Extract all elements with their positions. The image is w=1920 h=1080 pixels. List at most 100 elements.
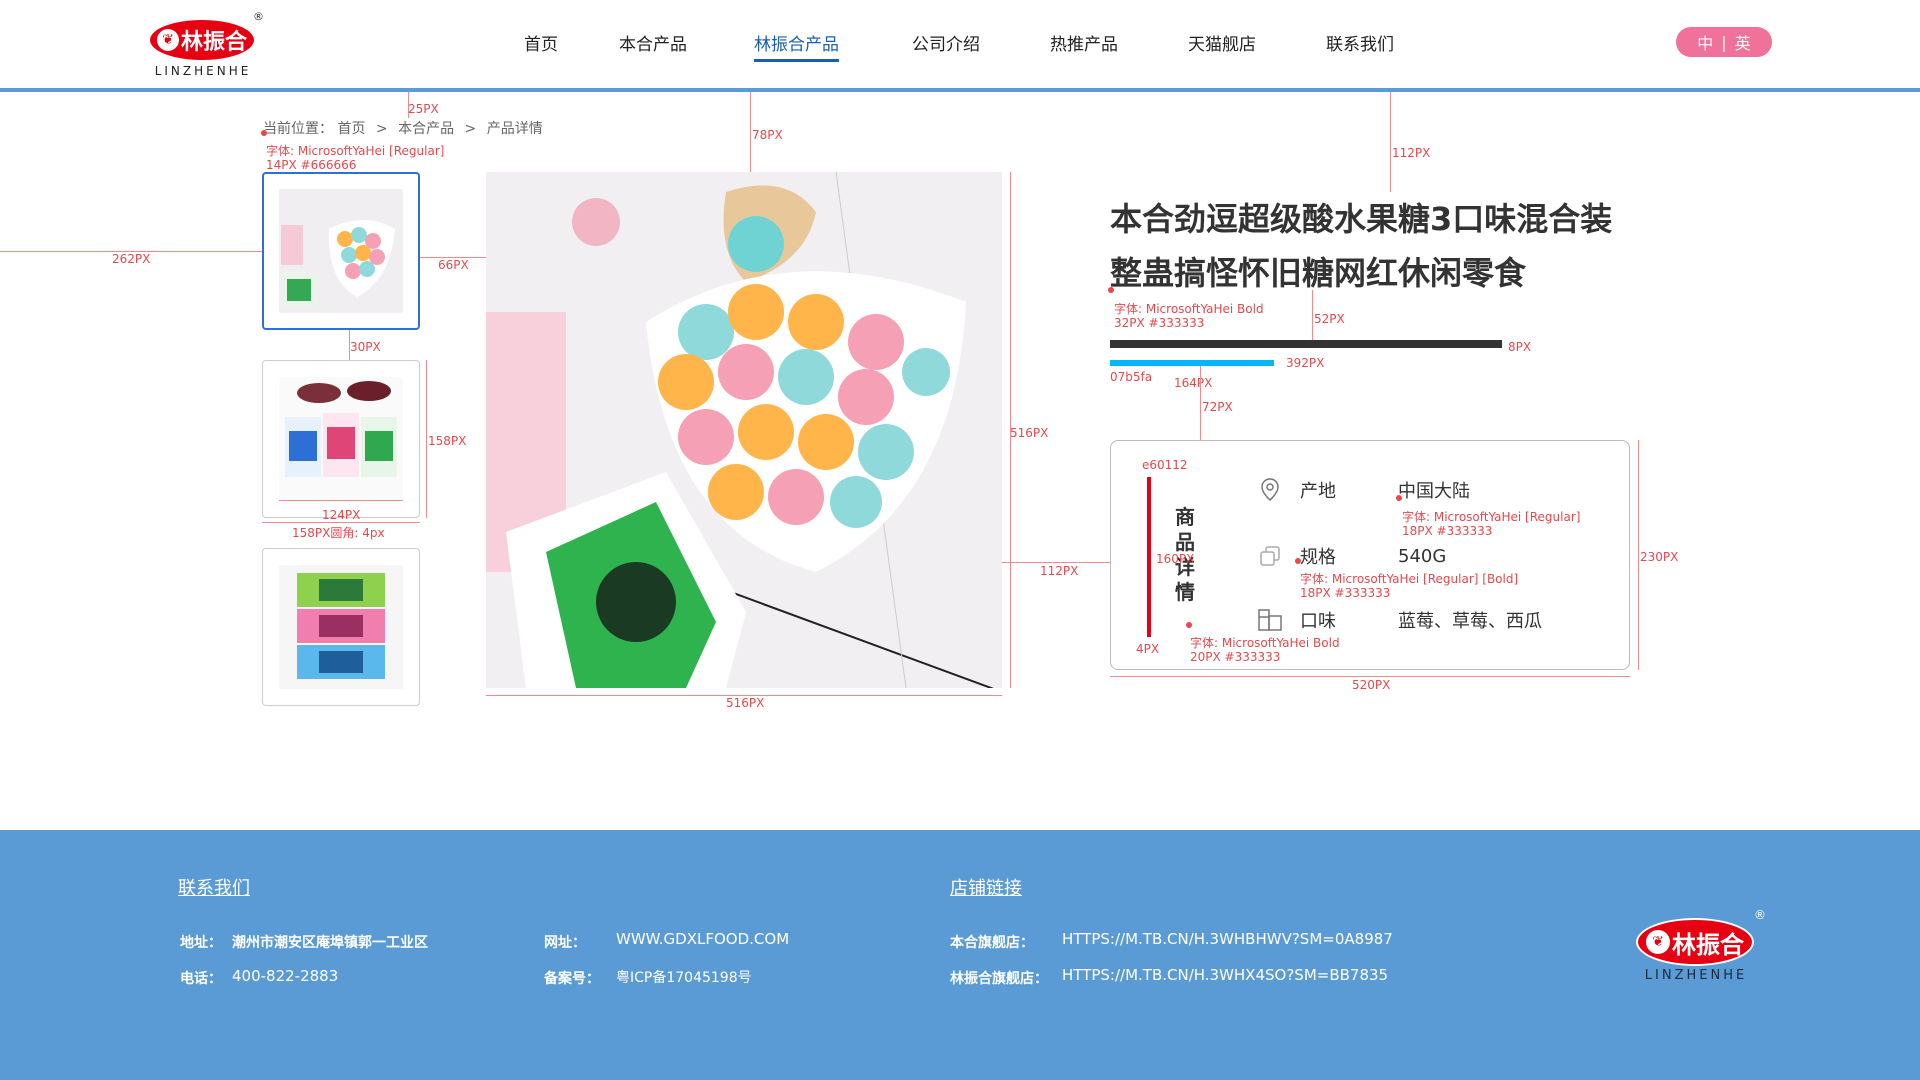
- spec-label: 112PX: [1392, 146, 1431, 160]
- breadcrumb-current: 产品详情: [486, 121, 543, 137]
- spec-line: [1200, 366, 1201, 440]
- spec-label: 392PX: [1286, 356, 1325, 370]
- footer-web-label: 网址：: [544, 935, 586, 951]
- spec-label: 230PX: [1640, 550, 1679, 564]
- footer-phone-label: 电话：: [180, 971, 222, 987]
- breadcrumb-benhe[interactable]: 本合产品: [398, 121, 454, 137]
- nav-item-hot-products[interactable]: 热推产品: [1050, 30, 1118, 55]
- registered-mark: ®: [253, 10, 264, 23]
- detail-value: 540G: [1398, 545, 1447, 567]
- spec-label: 07b5fa: [1110, 370, 1153, 384]
- footer-shop1-link[interactable]: HTTPS://M.TB.CN/H.3WHBHWV?SM=0A8987: [1062, 930, 1393, 948]
- thumbnail-2[interactable]: [262, 360, 420, 518]
- spec-label: 78PX: [752, 128, 783, 142]
- thumbnail-3[interactable]: [262, 548, 420, 706]
- footer-shop2-link[interactable]: HTTPS://M.TB.CN/H.3WHX4SO?SM=BB7835: [1062, 966, 1388, 984]
- spec-label: 18PX #333333: [1402, 524, 1493, 538]
- logo-en-text: LINZHENHE: [1644, 968, 1748, 983]
- title-underline-dark: [1110, 340, 1502, 348]
- lang-en[interactable]: 英: [1735, 30, 1751, 54]
- spec-dot: [1396, 495, 1402, 501]
- location-pin-icon: [1256, 476, 1284, 504]
- title-underline-accent: [1110, 360, 1274, 366]
- logo-en-text: LINZHENHE: [154, 64, 252, 78]
- spec-label: 4PX: [1136, 642, 1160, 656]
- spec-label: 72PX: [1202, 400, 1233, 414]
- spec-dot: [1295, 558, 1301, 564]
- nav-item-company[interactable]: 公司介绍: [912, 30, 980, 55]
- spec-label: 164PX: [1174, 376, 1213, 390]
- footer-shop1-label: 本合旗舰店：: [950, 935, 1034, 951]
- spec-label: 516PX: [726, 696, 765, 710]
- lang-separator: |: [1721, 32, 1727, 52]
- footer-shop2-label: 林振合旗舰店：: [950, 971, 1048, 987]
- spec-line: [1110, 676, 1630, 677]
- thumbnail-1[interactable]: [262, 172, 420, 330]
- detail-row-origin: 产地 中国大陆: [1256, 475, 1470, 505]
- footer-icp-label: 备案号：: [544, 971, 600, 987]
- breadcrumb-home[interactable]: 首页: [337, 121, 365, 137]
- lang-zh[interactable]: 中: [1697, 30, 1713, 54]
- spec-line: [279, 500, 403, 501]
- breadcrumb: 当前位置： 首页 > 本合产品 > 产品详情: [263, 118, 543, 138]
- registered-mark: ®: [1754, 908, 1766, 922]
- footer-address: 潮州市潮安区庵埠镇郭一工业区: [232, 935, 428, 951]
- detail-value: 中国大陆: [1398, 481, 1470, 502]
- language-switch: 中 | 英: [1676, 27, 1772, 57]
- breadcrumb-sep: >: [464, 121, 477, 137]
- spec-label: 字体: MicrosoftYaHei [Regular] [Bold]: [1300, 572, 1519, 586]
- nav-item-linzhenhe-products[interactable]: 林振合产品: [754, 30, 839, 62]
- detail-row-flavor: 口味 蓝莓、草莓、西瓜: [1256, 605, 1542, 635]
- spec-dot: [1108, 287, 1114, 293]
- spec-label: 158PX: [428, 434, 467, 448]
- nav-item-home[interactable]: 首页: [524, 30, 558, 55]
- footer-phone: 400-822-2883: [232, 967, 339, 985]
- copy-squares-icon: [1256, 542, 1284, 570]
- spec-label: 516PX: [1010, 426, 1049, 440]
- spec-line: [262, 522, 420, 523]
- product-title-line1: 本合劲逗超级酸水果糖3口味混合装: [1110, 200, 1613, 238]
- thumbnail-image: [279, 565, 403, 689]
- spec-label: 52PX: [1314, 312, 1345, 326]
- spec-label: 字体: MicrosoftYaHei [Regular]: [266, 144, 445, 158]
- nav-item-contact[interactable]: 联系我们: [1326, 30, 1394, 55]
- spec-label: 20PX #333333: [1190, 650, 1281, 664]
- spec-dot: [261, 130, 267, 136]
- nav-item-benhe-products[interactable]: 本合产品: [619, 30, 687, 55]
- spec-label: 14PX #666666: [266, 158, 357, 172]
- breadcrumb-sep: >: [375, 121, 388, 137]
- spec-label: 160PX: [1156, 552, 1195, 566]
- spec-label: 8PX: [1508, 340, 1532, 354]
- nav-item-tmall-store[interactable]: 天猫舰店: [1188, 30, 1256, 55]
- footer-web-link[interactable]: WWW.GDXLFOOD.COM: [616, 930, 789, 948]
- spec-label: 32PX #333333: [1114, 316, 1205, 330]
- product-main-image: [486, 172, 1002, 688]
- site-header: ❦ 林振合 ® LINZHENHE 首页 本合产品 林振合产品 公司介绍 热推产品…: [0, 0, 1920, 92]
- thumbnail-image: [279, 189, 403, 313]
- product-title: 本合劲逗超级酸水果糖3口味混合装 整蛊搞怪怀旧糖网红休闲零食: [1110, 192, 1670, 300]
- footer-contact-title[interactable]: 联系我们: [178, 874, 250, 900]
- spec-label: e60112: [1142, 458, 1188, 472]
- spec-line: [426, 360, 427, 518]
- logo-cn-text: 林振合: [1672, 930, 1744, 959]
- logo-badge: ❦ 林振合: [1636, 918, 1754, 966]
- spec-label: 25PX: [408, 102, 439, 116]
- spec-label: 520PX: [1352, 678, 1391, 692]
- spec-label: 字体: MicrosoftYaHei [Regular]: [1402, 510, 1581, 524]
- site-footer: 联系我们 店铺链接 地址： 潮州市潮安区庵埠镇郭一工业区 电话： 400-822…: [0, 830, 1920, 1080]
- detail-key: 规格: [1300, 547, 1336, 568]
- footer-shop-title[interactable]: 店铺链接: [950, 874, 1022, 900]
- footer-address-label: 地址：: [180, 935, 222, 951]
- details-red-bar: [1147, 477, 1151, 637]
- spec-label: 字体: MicrosoftYaHei Bold: [1114, 302, 1264, 316]
- spec-label: 112PX: [1040, 564, 1079, 578]
- detail-key: 口味: [1300, 611, 1336, 632]
- detail-value: 蓝莓、草莓、西瓜: [1398, 611, 1542, 632]
- spec-label: 158PX圆角: 4px: [292, 526, 385, 540]
- spec-line: [1638, 440, 1639, 670]
- footer-icp[interactable]: 粤ICP备17045198号: [616, 967, 752, 987]
- spec-label: 字体: MicrosoftYaHei Bold: [1190, 636, 1340, 650]
- spec-line: [1312, 290, 1313, 340]
- spec-line: [750, 92, 751, 172]
- footer-brand-logo: ❦ 林振合 ® LINZHENHE: [1636, 908, 1766, 983]
